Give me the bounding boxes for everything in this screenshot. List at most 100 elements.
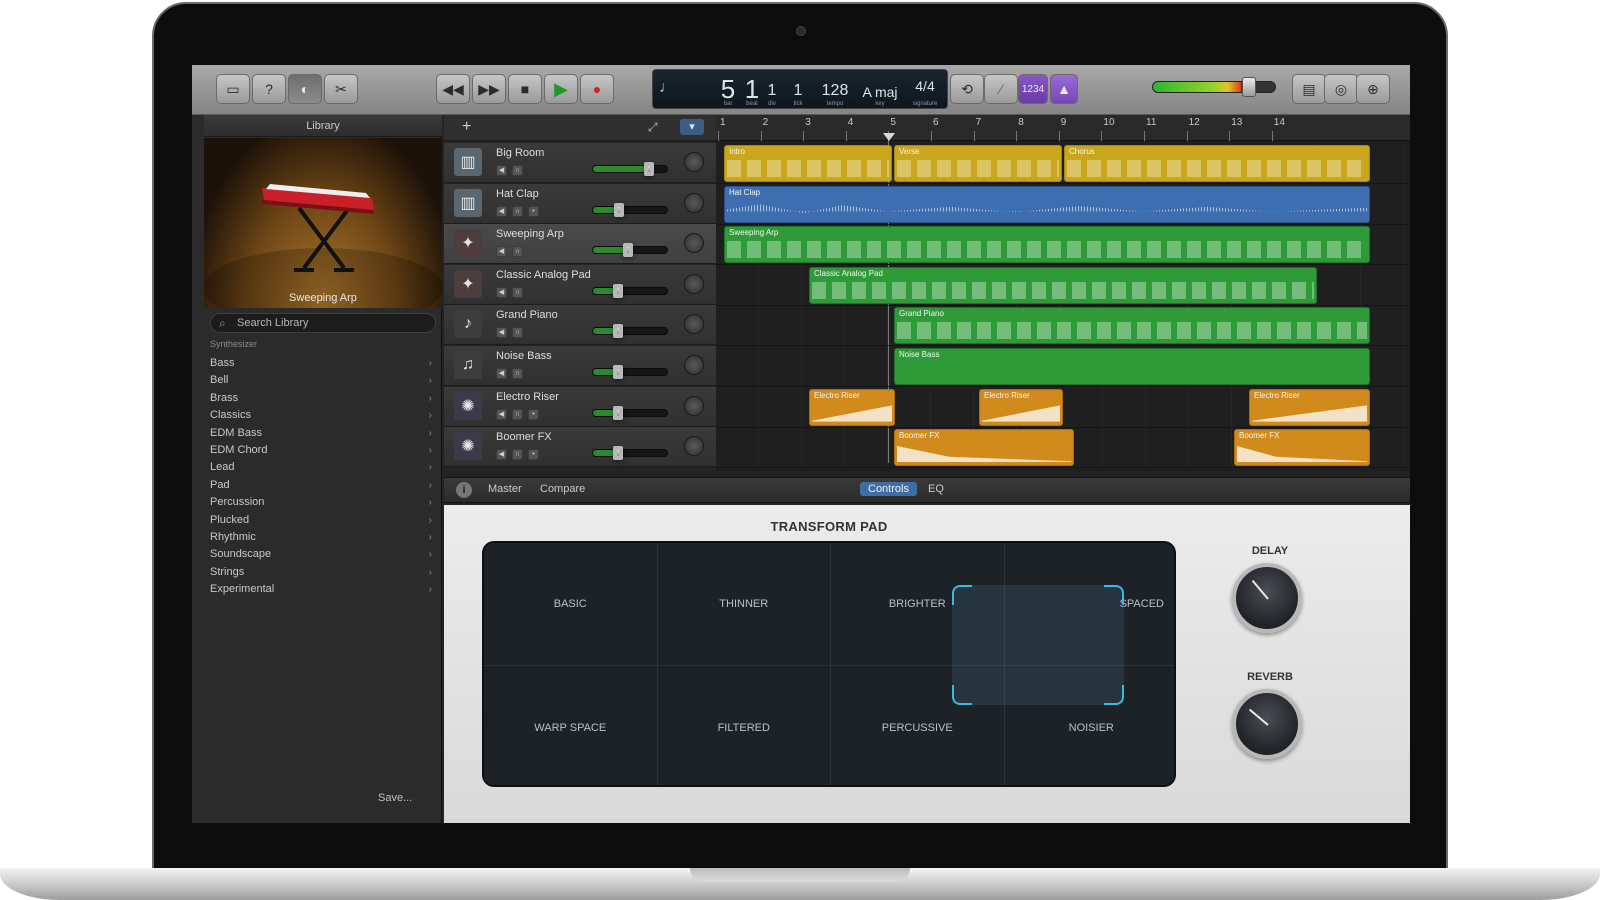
headphones-icon[interactable]: ∩ [512,205,523,217]
pan-knob[interactable] [684,314,704,335]
headphones-icon[interactable]: ∩ [512,165,523,176]
track-volume-slider[interactable] [592,446,668,461]
pan-knob[interactable] [684,355,704,375]
metronome-button[interactable]: ▲ [1050,74,1078,104]
loop-browser-button[interactable]: ◎ [1324,74,1358,104]
track-volume-handle[interactable] [612,405,623,420]
info-icon[interactable]: i [456,482,472,498]
region[interactable]: Electro Riser [809,388,895,426]
reverb-knob[interactable] [1232,689,1302,759]
track-volume-handle[interactable] [622,243,633,258]
track-header[interactable]: ▥ Big Room ◀ ∩ [444,143,716,183]
pad-cell-warp-space[interactable]: WARP SPACE [484,666,658,785]
headphones-icon[interactable]: ∩ [512,327,523,339]
track-volume-handle[interactable] [614,202,625,217]
track-volume-slider[interactable] [592,283,668,298]
track-volume-handle[interactable] [612,283,623,298]
tuner-button[interactable]: ⁄ [984,74,1018,104]
track-volume-slider[interactable] [592,324,668,339]
region[interactable]: Boomer FX [1234,429,1370,467]
save-button[interactable]: Save... [378,792,412,804]
track-volume-handle[interactable] [612,446,623,461]
region[interactable]: Grand Piano [894,307,1370,345]
track-header[interactable]: ♫ Noise Bass ◀ ∩ [444,346,716,386]
rewind-button[interactable]: ◀◀ [436,74,470,104]
playhead-handle[interactable] [883,133,895,141]
mute-button[interactable]: ◀ [496,286,507,298]
mute-button[interactable]: ◀ [496,327,507,339]
track-header[interactable]: ✦ Classic Analog Pad ◀ ∩ [444,264,716,305]
track-volume-slider[interactable] [592,405,668,420]
pan-knob[interactable] [684,233,704,254]
smart-controls-button[interactable]: ◐ [288,74,322,104]
track-volume-slider[interactable] [592,243,668,258]
region[interactable]: Verse [894,145,1062,182]
library-category-item[interactable]: Bell › [210,372,436,389]
mute-button[interactable]: ◀ [496,368,507,379]
library-path[interactable]: Synthesizer [210,339,257,349]
region[interactable]: Electro Riser [979,388,1063,426]
region[interactable]: Boomer FX [894,429,1074,467]
library-category-item[interactable]: Experimental › [210,581,436,598]
library-category-item[interactable]: Classics › [210,407,436,424]
library-category-item[interactable]: Percussion › [210,494,436,511]
headphones-icon[interactable]: ∩ [512,286,523,298]
library-category-item[interactable]: Rhythmic › [210,529,436,546]
media-browser-button[interactable]: ⊕ [1356,74,1390,104]
library-category-item[interactable]: Soundscape › [210,546,436,563]
headphones-icon[interactable]: ∩ [512,408,523,420]
ruler[interactable]: 1 2 3 4 5 6 7 8 9 10 11 12 13 14 [716,115,1410,141]
transform-pad[interactable]: BASIC THINNER BRIGHTER SPACED WARP SPACE… [482,541,1176,787]
master-volume-slider[interactable] [1152,81,1276,93]
record-enable-button[interactable]: • [528,408,539,420]
track-volume-slider[interactable] [592,162,668,176]
tab-master[interactable]: Master [488,483,522,495]
master-volume-handle[interactable] [1242,77,1256,97]
record-enable-button[interactable]: • [528,205,539,217]
library-category-item[interactable]: Lead › [210,459,436,476]
track-header[interactable]: ✺ Electro Riser ◀ ∩ • [444,386,716,427]
library-toggle-button[interactable]: ▭ [216,74,250,104]
fast-forward-button[interactable]: ▶▶ [472,74,506,104]
library-category-item[interactable]: Brass › [210,390,436,407]
mute-button[interactable]: ◀ [496,449,507,461]
track-header[interactable]: ✺ Boomer FX ◀ ∩ • [444,427,716,468]
track-volume-slider[interactable] [592,202,668,217]
mute-button[interactable]: ◀ [496,246,507,258]
headphones-icon[interactable]: ∩ [512,246,523,258]
track-volume-handle[interactable] [644,162,655,176]
delay-knob[interactable] [1232,563,1302,633]
stop-button[interactable]: ■ [508,74,542,104]
region[interactable]: Chorus [1064,145,1370,182]
tab-eq[interactable]: EQ [928,483,944,495]
pan-knob[interactable] [684,395,704,416]
track-header[interactable]: ♪ Grand Piano ◀ ∩ [444,305,716,346]
pad-cell-filtered[interactable]: FILTERED [658,666,831,785]
pan-knob[interactable] [684,436,704,457]
track-header[interactable]: ✦ Sweeping Arp ◀ ∩ [444,224,716,265]
mute-button[interactable]: ◀ [496,408,507,420]
search-library-input[interactable]: ⌕ Search Library [210,313,436,333]
region[interactable]: Noise Bass [894,348,1370,385]
pan-knob[interactable] [684,152,704,172]
help-button[interactable]: ? [252,74,286,104]
expand-icon[interactable]: ⤢ [648,120,658,135]
track-volume-handle[interactable] [612,365,623,379]
mute-button[interactable]: ◀ [496,165,507,176]
library-category-item[interactable]: Plucked › [210,512,436,529]
library-category-item[interactable]: Strings › [210,564,436,581]
library-category-item[interactable]: EDM Bass › [210,425,436,442]
pan-knob[interactable] [684,273,704,294]
tab-controls[interactable]: Controls [860,482,917,496]
transform-pad-puck[interactable] [952,585,1124,705]
track-volume-handle[interactable] [612,324,623,339]
track-volume-slider[interactable] [592,365,668,379]
play-button[interactable]: ▶ [544,74,578,104]
track-header[interactable]: ▥ Hat Clap ◀ ∩ • [444,183,716,224]
library-category-item[interactable]: Bass › [210,355,436,372]
pad-cell-thinner[interactable]: THINNER [657,543,831,666]
cycle-button[interactable]: ⟲ [950,74,984,104]
region[interactable]: Sweeping Arp [724,226,1370,264]
pan-knob[interactable] [684,192,704,213]
notepad-button[interactable]: ▤ [1292,74,1326,104]
